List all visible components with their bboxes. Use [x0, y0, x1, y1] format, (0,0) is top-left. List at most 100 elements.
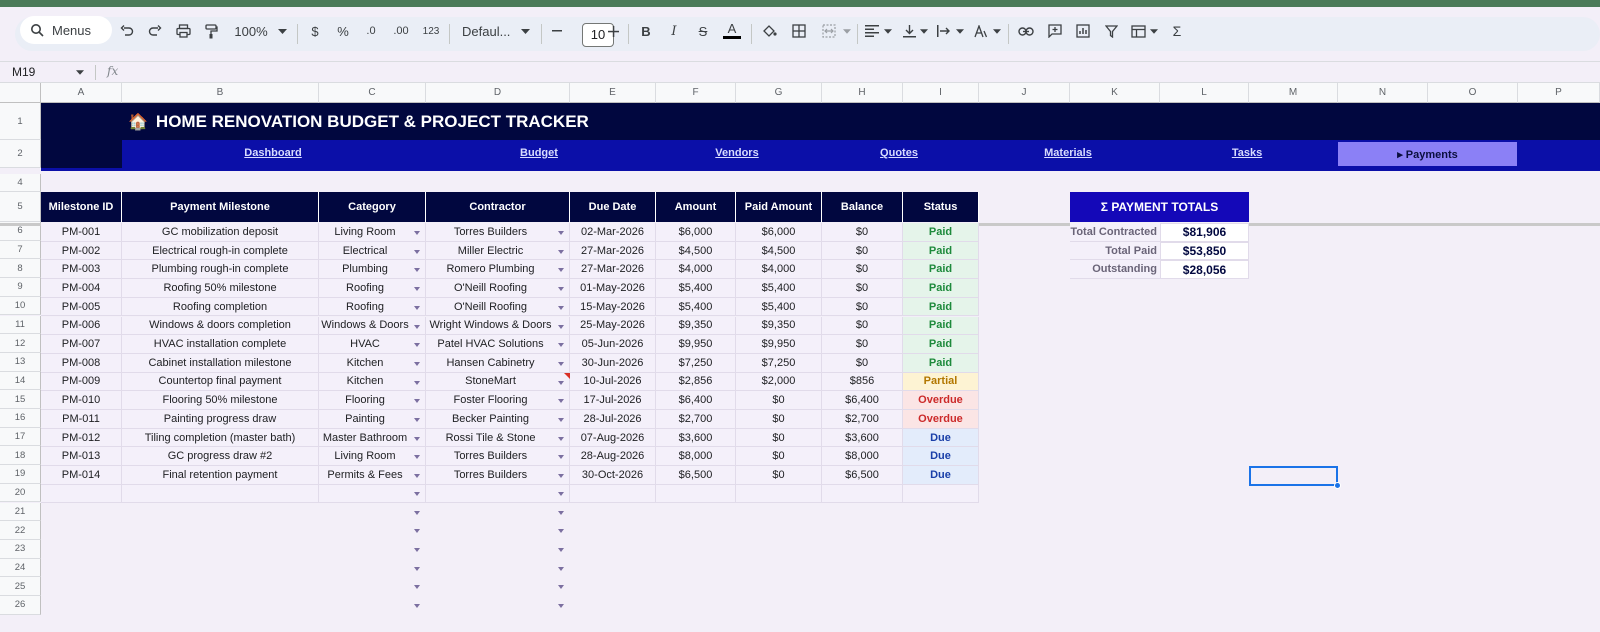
borders-icon[interactable] [791, 14, 807, 48]
cell-payment-milestone[interactable]: Roofing 50% milestone [122, 279, 319, 298]
column-header-e[interactable]: E [570, 83, 656, 103]
dropdown-arrow-icon[interactable] [414, 566, 420, 571]
cell-contractor[interactable]: O'Neill Roofing [426, 279, 570, 298]
cell-paid-amount[interactable]: $9,950 [736, 335, 822, 354]
text-color-button[interactable]: A [722, 14, 742, 48]
dropdown-arrow-icon[interactable] [414, 547, 420, 552]
dropdown-arrow-icon[interactable] [558, 361, 564, 366]
cell-status[interactable]: Paid [903, 279, 979, 298]
cell-milestone-id[interactable]: PM-010 [41, 391, 122, 410]
empty-cell[interactable] [736, 484, 822, 504]
cell-payment-milestone[interactable]: Windows & doors completion [122, 316, 319, 336]
cell-status[interactable]: Due [903, 466, 979, 485]
cell-amount[interactable]: $9,950 [656, 335, 736, 354]
insert-chart-icon[interactable] [1075, 14, 1091, 48]
dropdown-arrow-icon[interactable] [558, 231, 564, 235]
cell-status[interactable]: Paid [903, 335, 979, 354]
dropdown-arrow-icon[interactable] [414, 324, 420, 329]
cell-balance[interactable]: $6,500 [822, 466, 903, 485]
row-header-4[interactable]: 4 [0, 174, 41, 192]
row-header-26[interactable]: 26 [0, 596, 41, 615]
row-header-11[interactable]: 11 [0, 315, 41, 335]
dropdown-arrow-icon[interactable] [414, 604, 420, 608]
dropdown-arrow-icon[interactable] [414, 249, 420, 254]
empty-cell[interactable] [319, 484, 426, 504]
dropdown-arrow-icon[interactable] [414, 305, 420, 310]
dropdown-arrow-icon[interactable] [414, 343, 420, 348]
cell-category[interactable]: Roofing [319, 279, 426, 298]
cell-contractor[interactable]: Miller Electric [426, 241, 570, 261]
cell-balance[interactable]: $0 [822, 223, 903, 242]
dropdown-arrow-icon[interactable] [558, 604, 564, 608]
row-header-10[interactable]: 10 [0, 296, 41, 316]
dropdown-arrow-icon[interactable] [558, 529, 564, 534]
row-header-17[interactable]: 17 [0, 427, 41, 447]
cell-balance[interactable]: $0 [822, 241, 903, 261]
dropdown-arrow-icon[interactable] [558, 249, 564, 254]
nav-link-dashboard[interactable]: Dashboard [213, 147, 333, 159]
row-header-19[interactable]: 19 [0, 465, 41, 484]
cell-due-date[interactable]: 17-Jul-2026 [570, 391, 656, 410]
cell-due-date[interactable]: 01-May-2026 [570, 279, 656, 298]
functions-button[interactable]: Σ [1170, 14, 1184, 48]
cell-balance[interactable]: $0 [822, 297, 903, 317]
insert-comment-icon[interactable] [1047, 14, 1063, 48]
cell-due-date[interactable]: 28-Jul-2026 [570, 410, 656, 429]
dropdown-arrow-icon[interactable] [558, 474, 564, 479]
cell-contractor[interactable]: O'Neill Roofing [426, 297, 570, 317]
dropdown-arrow-icon[interactable] [558, 436, 564, 441]
chevron-down-icon[interactable] [1149, 14, 1158, 48]
cell-balance[interactable]: $0 [822, 279, 903, 298]
cell-contractor[interactable]: Romero Plumbing [426, 260, 570, 280]
filter-views-icon[interactable] [1130, 14, 1146, 48]
cell-milestone-id[interactable]: PM-005 [41, 297, 122, 317]
cell-status[interactable]: Due [903, 447, 979, 467]
chevron-down-icon[interactable] [76, 70, 84, 75]
cell-contractor[interactable]: Torres Builders [426, 466, 570, 485]
cell-milestone-id[interactable]: PM-009 [41, 372, 122, 392]
cell-balance[interactable]: $2,700 [822, 410, 903, 429]
cell-due-date[interactable]: 07-Aug-2026 [570, 428, 656, 448]
cell-amount[interactable]: $2,856 [656, 372, 736, 392]
cell-amount[interactable]: $5,400 [656, 279, 736, 298]
select-all-corner[interactable] [0, 83, 41, 103]
cell-status[interactable]: Paid [903, 260, 979, 280]
row-header-18[interactable]: 18 [0, 446, 41, 466]
cell-amount[interactable]: $4,500 [656, 241, 736, 261]
name-box[interactable]: M19 [12, 65, 35, 79]
cell-amount[interactable]: $3,600 [656, 428, 736, 448]
cell-amount[interactable]: $6,000 [656, 223, 736, 242]
column-header-a[interactable]: A [41, 83, 122, 103]
dropdown-arrow-icon[interactable] [414, 268, 420, 273]
paint-format-icon[interactable] [203, 14, 219, 48]
dropdown-arrow-icon[interactable] [414, 436, 420, 441]
cell-contractor[interactable]: Foster Flooring [426, 391, 570, 410]
cell-contractor[interactable]: Patel HVAC Solutions [426, 335, 570, 354]
cell-category[interactable]: Roofing [319, 297, 426, 317]
dropdown-arrow-icon[interactable] [414, 474, 420, 479]
cell-category[interactable]: Kitchen [319, 353, 426, 373]
cell-payment-milestone[interactable]: Painting progress draw [122, 410, 319, 429]
bold-button[interactable]: B [639, 14, 653, 48]
chevron-down-icon[interactable] [955, 14, 964, 48]
dropdown-arrow-icon[interactable] [414, 529, 420, 534]
fill-handle[interactable] [1334, 481, 1341, 489]
cell-contractor[interactable]: Rossi Tile & Stone [426, 428, 570, 448]
cell-amount[interactable]: $9,350 [656, 316, 736, 336]
cell-amount[interactable]: $7,250 [656, 353, 736, 373]
cell-milestone-id[interactable]: PM-001 [41, 223, 122, 242]
cell-payment-milestone[interactable]: Plumbing rough-in complete [122, 260, 319, 280]
font-family-select[interactable]: Defaul... [462, 14, 518, 48]
cell-payment-milestone[interactable]: HVAC installation complete [122, 335, 319, 354]
dropdown-arrow-icon[interactable] [558, 399, 564, 404]
text-wrap-icon[interactable] [937, 14, 951, 48]
cell-balance[interactable]: $0 [822, 316, 903, 336]
cell-milestone-id[interactable]: PM-007 [41, 335, 122, 354]
column-header-l[interactable]: L [1160, 83, 1249, 103]
dropdown-arrow-icon[interactable] [558, 343, 564, 348]
cell-status[interactable]: Partial [903, 372, 979, 392]
cell-category[interactable]: Living Room [319, 223, 426, 242]
dropdown-arrow-icon[interactable] [558, 324, 564, 329]
cell-amount[interactable]: $5,400 [656, 297, 736, 317]
cell-status[interactable]: Paid [903, 223, 979, 242]
